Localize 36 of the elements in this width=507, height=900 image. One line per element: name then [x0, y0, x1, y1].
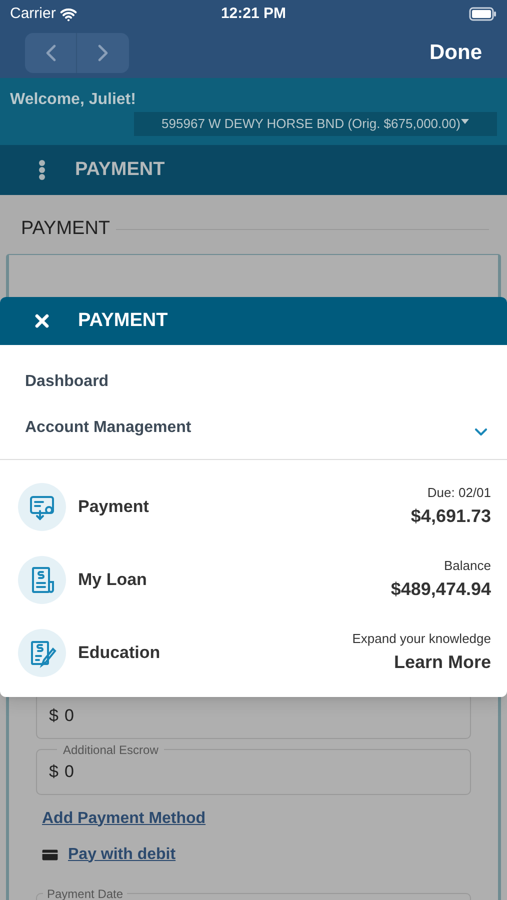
menu-group[interactable]: Account Management — [0, 405, 507, 451]
quick-link-value: Learn More — [394, 650, 491, 674]
currency-symbol: $ — [49, 704, 58, 727]
quick-link-title: Payment — [78, 496, 149, 518]
field-value: 0 — [64, 760, 74, 783]
more-icon[interactable] — [38, 159, 46, 181]
battery-icon — [468, 7, 497, 21]
carrier-name: Carrier — [10, 4, 56, 24]
done-button[interactable]: Done — [430, 37, 482, 69]
menu-title: PAYMENT — [78, 308, 168, 333]
payment-icon — [18, 482, 66, 530]
loan-icon — [18, 556, 66, 604]
add-payment-method-link[interactable]: Add Payment Method — [42, 806, 206, 830]
pay-with-debit-link[interactable]: Pay with debit — [68, 842, 176, 866]
currency-symbol: $ — [49, 760, 58, 783]
quick-link-value: $4,691.73 — [410, 504, 491, 528]
quick-link-caption: Balance — [444, 557, 491, 576]
clock: 12:21 PM — [220, 4, 286, 24]
quick-link-title: My Loan — [78, 568, 147, 591]
loan-select[interactable]: 595967 W DEWY HORSE BND (Orig. $675,000.00) — [134, 112, 497, 136]
quick-link-title: Education — [78, 642, 160, 664]
wifi-icon — [60, 6, 77, 22]
page-heading: PAYMENT — [21, 217, 110, 241]
menu-item[interactable]: Dashboard — [0, 359, 507, 405]
section-title: PAYMENT — [75, 158, 165, 182]
dropdown-caret-icon — [461, 118, 470, 124]
quick-link[interactable]: Education Expand your knowledge Learn More — [0, 616, 507, 689]
quick-link-caption: Due: 02/01 — [427, 484, 491, 502]
education-icon — [18, 628, 66, 676]
quick-link[interactable]: My Loan Balance $489,474.94 — [0, 543, 507, 616]
welcome-message: Welcome, Juliet! — [10, 90, 137, 110]
quick-link[interactable]: Payment Due: 02/01 $4,691.73 — [0, 470, 507, 543]
quick-link-value: $489,474.94 — [390, 578, 491, 601]
menu-group-label: Account Management — [25, 418, 192, 438]
quick-link-caption: Expand your knowledge — [352, 630, 491, 648]
field-value: 0 — [64, 704, 74, 727]
